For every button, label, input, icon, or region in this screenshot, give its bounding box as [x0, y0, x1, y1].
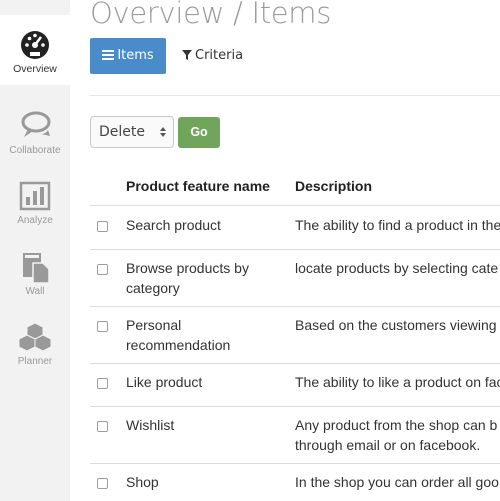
chat-bubbles-icon	[21, 111, 51, 137]
row-description: Any product from the shop can b through …	[295, 417, 498, 453]
header-divider	[90, 205, 500, 206]
bar-chart-icon	[19, 181, 51, 211]
row-description: locate products by selecting cate	[295, 260, 499, 276]
dashboard-icon	[21, 31, 49, 59]
row-divider	[90, 463, 500, 464]
sidebar-item-label: Analyze	[17, 215, 53, 226]
row-name: Personal recommendation	[126, 317, 231, 353]
row-checkbox[interactable]	[97, 421, 108, 432]
tab-label: Items	[117, 48, 154, 63]
filter-icon	[182, 50, 192, 60]
row-description: In the shop you can order all goo	[295, 474, 499, 490]
select-arrows-icon	[160, 127, 166, 137]
row-checkbox[interactable]	[97, 264, 108, 275]
select-value: Delete	[99, 124, 145, 140]
row-description: The ability to like a product on fac	[295, 374, 500, 390]
tab-items[interactable]: Items	[90, 38, 166, 74]
row-name: Wishlist	[126, 417, 175, 433]
sidebar-item-collaborate[interactable]: Collaborate	[0, 97, 70, 167]
sidebar-item-analyze[interactable]: Analyze	[0, 167, 70, 237]
row-name: Search product	[126, 217, 221, 233]
row-name: Browse products by category	[126, 260, 249, 296]
sidebar-item-planner[interactable]: Planner	[0, 308, 70, 378]
bulk-action-select[interactable]: Delete	[90, 116, 174, 148]
column-header-name[interactable]: Product feature name	[126, 178, 270, 194]
sidebar-item-label: Collaborate	[9, 145, 61, 156]
sidebar-item-label: Planner	[17, 356, 53, 367]
divider	[90, 95, 500, 96]
row-divider	[90, 406, 500, 407]
row-divider	[90, 306, 500, 307]
sidebar-item-label: Wall	[25, 286, 45, 297]
row-checkbox[interactable]	[97, 221, 108, 232]
row-checkbox[interactable]	[97, 378, 108, 389]
row-divider	[90, 363, 500, 364]
page-title: Overview / Items	[90, 0, 332, 30]
row-divider	[90, 249, 500, 250]
row-description: The ability to find a product in the	[295, 217, 500, 233]
sidebar-item-overview[interactable]: Overview	[0, 15, 70, 85]
tab-criteria[interactable]: Criteria	[176, 38, 262, 74]
column-header-description[interactable]: Description	[295, 178, 372, 194]
list-icon	[102, 50, 115, 60]
row-checkbox[interactable]	[97, 478, 108, 489]
row-name: Shop	[126, 474, 159, 490]
go-button[interactable]: Go	[178, 117, 220, 148]
sidebar-item-label: Overview	[13, 63, 57, 75]
boxes-icon	[19, 322, 51, 352]
row-checkbox[interactable]	[97, 321, 108, 332]
sidebar-item-wall[interactable]: Wall	[0, 238, 70, 308]
sidebar: Overview Collaborate Analyze Wall Planne…	[0, 0, 70, 501]
documents-icon	[23, 253, 50, 283]
row-description: Based on the customers viewing	[295, 317, 497, 333]
tab-label: Criteria	[195, 48, 244, 63]
row-name: Like product	[126, 374, 203, 390]
